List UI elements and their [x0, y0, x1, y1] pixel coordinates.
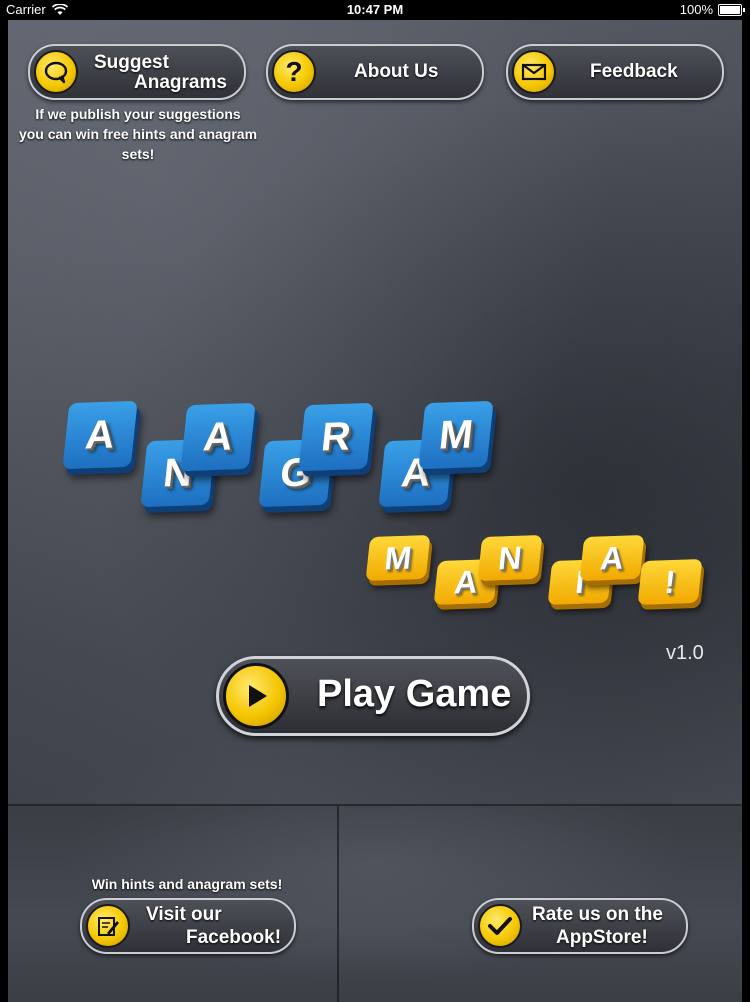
logo-tile: A — [62, 400, 138, 470]
suggest-anagrams-button[interactable]: Suggest Anagrams — [28, 44, 246, 100]
suggest-line2: Anagrams — [134, 72, 227, 93]
battery-icon — [718, 3, 745, 16]
suggest-line1: Suggest — [94, 52, 169, 73]
about-us-label: About Us — [354, 61, 439, 82]
logo-tile: N — [477, 534, 543, 582]
feedback-label: Feedback — [590, 61, 678, 82]
facebook-line1: Visit our — [146, 904, 222, 925]
logo-tile: M — [418, 400, 494, 470]
logo-tile: A — [579, 534, 645, 582]
suggest-hint-text: If we publish your suggestions you can w… — [10, 104, 266, 164]
rate-line1: Rate us on the — [532, 904, 663, 925]
logo-tile: ! — [637, 558, 703, 606]
facebook-line2: Facebook! — [186, 927, 282, 948]
play-triangle-icon — [223, 663, 289, 729]
visit-facebook-button[interactable]: Visit our Facebook! — [80, 898, 296, 954]
speech-bubble-icon — [34, 50, 78, 94]
about-us-button[interactable]: ? About Us — [266, 44, 484, 100]
logo-tile: M — [365, 534, 431, 582]
status-right: 100% — [679, 2, 745, 17]
question-mark-icon: ? — [272, 50, 316, 94]
rate-line2: AppStore! — [556, 927, 648, 948]
facebook-hint-text: Win hints and anagram sets! — [91, 876, 283, 892]
feedback-button[interactable]: Feedback — [506, 44, 724, 100]
notepad-pencil-icon — [86, 904, 130, 948]
suggest-hint-line1: If we publish your suggestions — [35, 106, 241, 122]
clock: 10:47 PM — [346, 2, 404, 17]
version-label: v1.0 — [666, 642, 704, 664]
logo-tile: R — [298, 402, 374, 472]
rate-appstore-button[interactable]: Rate us on the AppStore! — [472, 898, 688, 954]
battery-percent: 100% — [679, 2, 713, 17]
status-bar: Carrier 10:47 PM 100% — [0, 0, 750, 20]
play-game-button[interactable]: Play Game — [216, 656, 530, 736]
checkmark-icon — [478, 904, 522, 948]
play-game-label: Play Game — [317, 673, 512, 715]
logo-tile: A — [180, 402, 256, 472]
envelope-icon — [512, 50, 556, 94]
suggest-hint-line3: sets! — [121, 146, 155, 162]
suggest-hint-line2: you can win free hints and anagram — [18, 126, 258, 142]
